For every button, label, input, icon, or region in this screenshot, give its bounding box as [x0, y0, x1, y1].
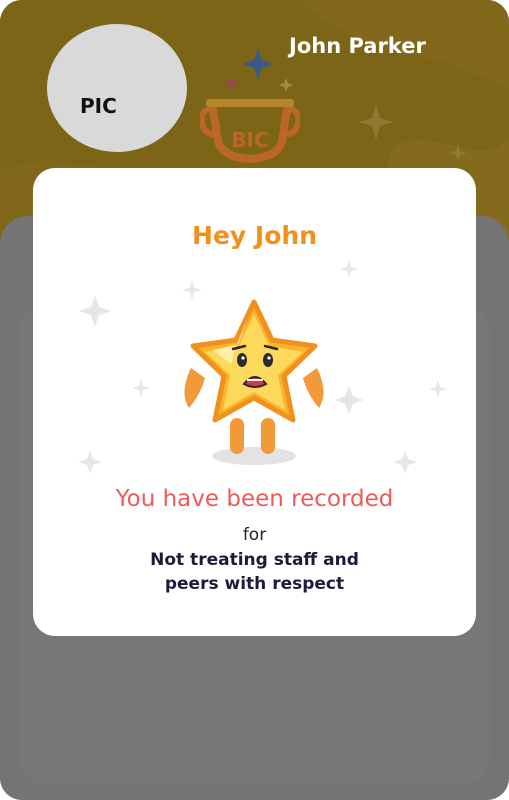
recorded-reason: Not treating staff and peers with respec…: [33, 548, 476, 596]
notification-screen: BIC PIC John Parker Hey John You have be…: [0, 0, 509, 800]
sparkle-icon: [279, 78, 293, 92]
user-name: John Parker: [289, 34, 426, 58]
avatar-label: PIC: [80, 94, 117, 118]
trophy-badge-text: BIC: [231, 128, 269, 152]
avatar[interactable]: PIC: [47, 24, 187, 152]
recorded-headline: You have been recorded: [115, 486, 394, 512]
trophy-icon: BIC: [198, 95, 302, 175]
sparkle-icon: [225, 76, 239, 90]
reason-line-1: Not treating staff and: [150, 550, 359, 570]
sparkle-icon: [242, 48, 274, 80]
sparkle-icon: [358, 104, 394, 140]
reason-line-2: peers with respect: [164, 574, 345, 594]
for-connector: for: [242, 525, 267, 545]
notification-card: Hey John You have been recorded for Not …: [33, 168, 476, 636]
